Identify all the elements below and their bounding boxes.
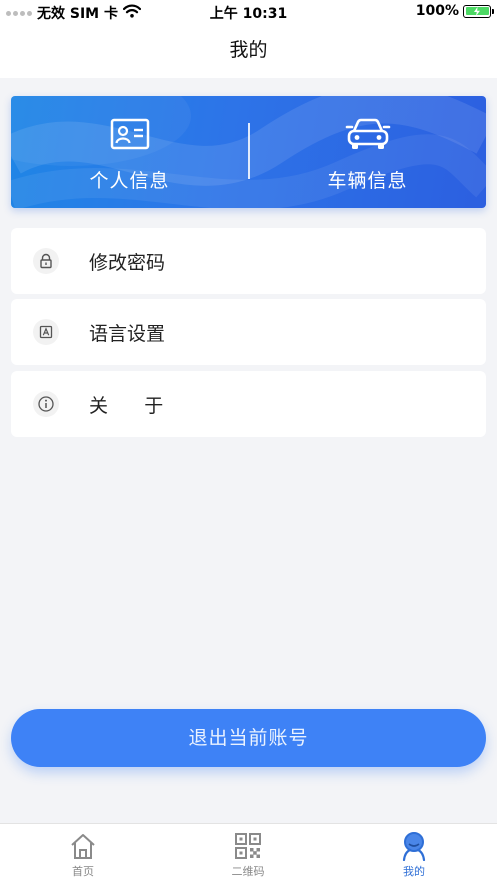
change-password-item[interactable]: 修改密码: [11, 228, 486, 294]
vehicle-info-label: 车辆信息: [327, 170, 408, 192]
tab-profile[interactable]: 我的: [354, 824, 474, 883]
logout-button[interactable]: 退出当前账号: [11, 709, 486, 767]
info-banner: 个人信息 车辆信息: [11, 96, 486, 208]
lock-icon: [33, 248, 59, 274]
about-label: 关 于: [89, 394, 164, 417]
language-settings-item[interactable]: 语言设置: [11, 299, 486, 365]
info-icon: [33, 391, 59, 417]
battery-icon: [463, 4, 494, 18]
qr-code-icon: [234, 830, 262, 862]
change-password-label: 修改密码: [89, 251, 166, 274]
tab-bar: 首页 二维码 我的: [0, 823, 497, 883]
home-icon: [68, 830, 98, 862]
personal-info-label: 个人信息: [89, 170, 170, 192]
status-right: 100%: [415, 3, 494, 19]
about-item[interactable]: 关 于: [11, 371, 486, 437]
page-title: 我的: [0, 26, 497, 78]
tab-profile-label: 我的: [403, 865, 425, 878]
id-card-icon: [110, 116, 150, 152]
language-settings-label: 语言设置: [89, 322, 166, 345]
tab-qr-code[interactable]: 二维码: [188, 824, 308, 883]
profile-icon: [400, 830, 428, 862]
car-icon: [345, 116, 391, 152]
tab-qr-code-label: 二维码: [231, 865, 265, 878]
battery-percent: 100%: [415, 3, 459, 19]
language-icon: [33, 319, 59, 345]
personal-info-button[interactable]: 个人信息: [11, 96, 248, 208]
vehicle-info-button[interactable]: 车辆信息: [249, 96, 486, 208]
profile-screen: 无效 SIM 卡 上午 10:31 100% 我的 个人信息 车辆信息 修改密码…: [0, 0, 497, 883]
status-bar: 无效 SIM 卡 上午 10:31 100%: [0, 0, 497, 26]
tab-home-label: 首页: [72, 865, 94, 878]
tab-home[interactable]: 首页: [23, 824, 143, 883]
